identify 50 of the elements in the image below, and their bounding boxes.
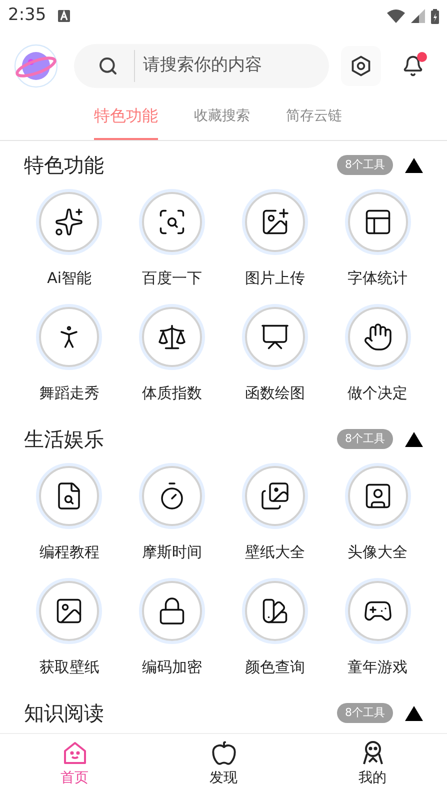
- tab[interactable]: 收藏搜索: [194, 100, 250, 140]
- tool-count-badge: 8个工具: [337, 155, 393, 175]
- search-field[interactable]: 请搜索你的内容: [74, 44, 329, 88]
- planet-logo[interactable]: [14, 44, 58, 88]
- section-title: 特色功能: [24, 152, 104, 179]
- tab[interactable]: 简存云链: [286, 100, 342, 140]
- collapse-triangle-icon[interactable]: [405, 706, 423, 720]
- section-title: 生活娱乐: [24, 426, 104, 453]
- apple-icon: [210, 740, 236, 766]
- tool-label: 字体统计: [348, 268, 408, 289]
- collapse-triangle-icon[interactable]: [405, 158, 423, 172]
- tool-label: 童年游戏: [348, 657, 408, 678]
- nav-tab[interactable]: 发现: [149, 734, 298, 795]
- notification-app-icon: [58, 10, 70, 22]
- wifi-icon: [387, 9, 405, 23]
- tool-label: Ai智能: [47, 268, 92, 289]
- hand-icon: [362, 322, 393, 352]
- signal-icon: [411, 9, 425, 23]
- collapse-triangle-icon[interactable]: [405, 432, 423, 446]
- scale-icon: [157, 322, 188, 352]
- tool-label: 获取壁纸: [39, 657, 100, 678]
- tool-label: 函数绘图: [244, 383, 305, 404]
- tool-label: 编程教程: [39, 542, 100, 563]
- tool-label: 图片上传: [244, 268, 305, 289]
- tool-label: 体质指数: [142, 383, 202, 404]
- tool-label: 百度一下: [142, 268, 202, 289]
- tab[interactable]: 特色功能: [94, 100, 158, 140]
- tool-label: 摩斯时间: [142, 542, 202, 563]
- settings-button[interactable]: [341, 46, 381, 86]
- search-icon: [98, 56, 118, 76]
- bell-icon: [402, 55, 424, 77]
- battery-icon: [431, 8, 439, 24]
- presentation-board-icon: [260, 322, 290, 352]
- nav-tab[interactable]: 首页: [0, 734, 149, 795]
- tool-label: 壁纸大全: [244, 542, 305, 563]
- status-time: 2:35: [8, 4, 46, 28]
- search-input[interactable]: 请搜索你的内容: [143, 53, 293, 79]
- house-icon: [62, 740, 88, 766]
- images-icon: [260, 481, 290, 511]
- tool-count-badge: 8个工具: [337, 703, 393, 723]
- tool-label: 头像大全: [348, 542, 408, 563]
- tool-count-badge: 8个工具: [337, 429, 393, 449]
- nav-tab[interactable]: 我的: [298, 734, 447, 795]
- tool-label: 颜色查询: [244, 657, 305, 678]
- tool-label: 编码加密: [142, 657, 202, 678]
- tool-label: 舞蹈走秀: [39, 383, 100, 404]
- sparkles-icon: [54, 207, 84, 237]
- tool-label: 做个决定: [348, 383, 408, 404]
- section-title: 知识阅读: [24, 700, 104, 727]
- hexagon-settings-icon: [350, 55, 372, 77]
